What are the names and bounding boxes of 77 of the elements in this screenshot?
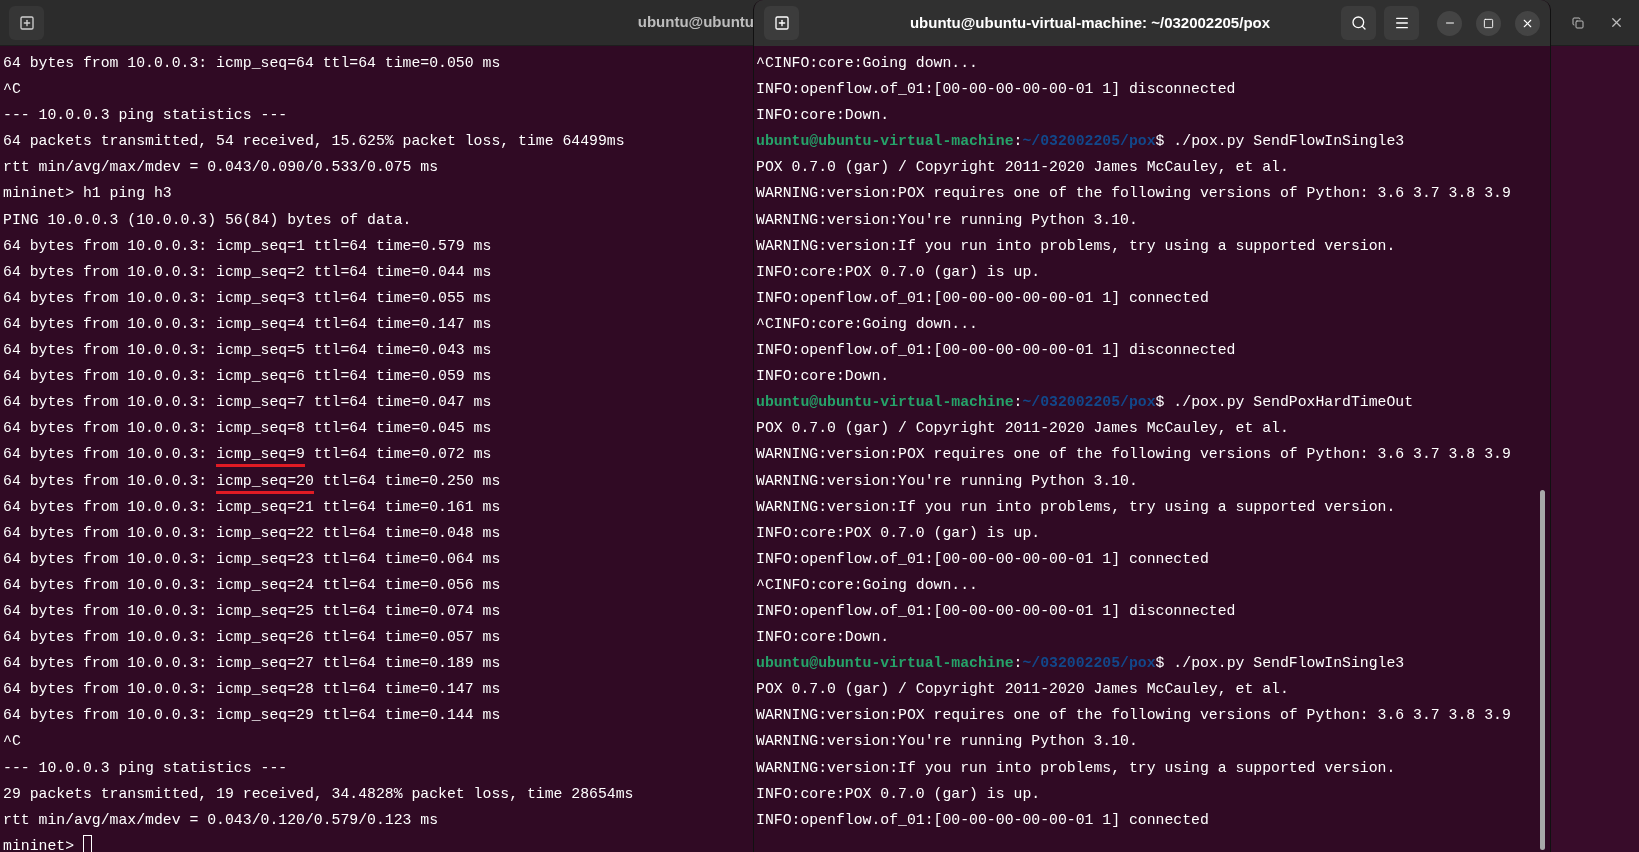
terminal-line: WARNING:version:POX requires one of the following versions of Python: 3.6 3.7 3.8 3.9 [756,445,1511,465]
terminal-line: PING 10.0.0.3 (10.0.0.3) 56(84) bytes of data. [3,210,412,230]
terminal-line: POX 0.7.0 (gar) / Copyright 2011-2020 James McCauley, et al. [756,419,1289,439]
terminal-line: INFO:openflow.of_01:[00-00-00-00-00-01 1] connected [756,810,1209,830]
terminal-line: 64 bytes from 10.0.0.3: icmp_seq=26 ttl=64 time=0.057 ms [3,628,501,648]
terminal-line: mininet> [3,836,75,852]
terminal-line: 64 bytes from 10.0.0.3: icmp_seq=25 ttl=64 time=0.074 ms [3,601,501,621]
terminal-line: 64 bytes from 10.0.0.3: icmp_seq=64 ttl=64 time=0.050 ms [3,54,501,73]
prompt-line: ubuntu@ubuntu-virtual-machine:~/032002205/pox$ ./pox.py SendFlowInSingle3 [756,132,1405,152]
maximize-icon [1483,17,1494,29]
minimize-button[interactable] [1437,10,1462,36]
terminal-line: 64 bytes from 10.0.0.3: icmp_seq=7 ttl=64 time=0.047 ms [3,393,492,413]
maximize-button[interactable] [1476,10,1501,36]
terminal-line: rtt min/avg/max/mdev = 0.043/0.090/0.533/0.075 ms [3,158,439,178]
terminal-line: ^CINFO:core:Going down... [756,54,978,73]
terminal-line: 64 packets transmitted, 54 received, 15.625% packet loss, time 64499ms [3,132,625,152]
terminal-line: 64 bytes from 10.0.0.3: icmp_seq=9 ttl=64 time=0.072 ms [3,441,492,468]
window-title: ubuntu@ubuntu-virtual-machine: ~/032002205/pox [909,12,1271,33]
terminal-line: 64 bytes from 10.0.0.3: icmp_seq=24 ttl=64 time=0.056 ms [3,575,501,595]
terminal-line: 64 bytes from 10.0.0.3: icmp_seq=3 ttl=64 time=0.055 ms [3,288,492,308]
terminal-line: INFO:openflow.of_01:[00-00-00-00-00-01 1] disconnected [756,341,1236,361]
terminal-line: 64 bytes from 10.0.0.3: icmp_seq=20 ttl=64 time=0.250 ms [3,467,501,494]
terminal-line: mininet> h1 ping h3 [3,184,172,204]
terminal-line: WARNING:version:If you run into problems, try using a supported version. [756,497,1396,517]
search-button[interactable] [1341,6,1376,40]
terminal-line: ^CINFO:core:Going down... [756,575,978,595]
terminal-line: 64 bytes from 10.0.0.3: icmp_seq=23 ttl=64 time=0.064 ms [3,549,501,569]
menu-icon [1393,15,1410,31]
terminal-line: WARNING:version:You're running Python 3.10. [756,732,1138,752]
terminal-line: ^C [3,80,21,100]
new-tab-button[interactable] [764,6,799,40]
new-tab-icon [18,14,35,31]
terminal-line: INFO:openflow.of_01:[00-00-00-00-00-01 1] disconnected [756,601,1236,621]
new-tab-icon [773,15,790,31]
terminal-line: POX 0.7.0 (gar) / Copyright 2011-2020 James McCauley, et al. [756,158,1289,178]
prompt-line: ubuntu@ubuntu-virtual-machine:~/032002205/pox$ ./pox.py SendFlowInSingle3 [756,654,1405,674]
terminal-line: 64 bytes from 10.0.0.3: icmp_seq=4 ttl=64 time=0.147 ms [3,314,492,334]
restore-icon [1572,16,1584,29]
terminal-line: 64 bytes from 10.0.0.3: icmp_seq=8 ttl=64 time=0.045 ms [3,419,492,439]
search-icon [1350,15,1367,31]
terminal-line: 64 bytes from 10.0.0.3: icmp_seq=27 ttl=64 time=0.189 ms [3,654,501,674]
new-tab-button[interactable] [9,5,44,40]
terminal-line: WARNING:version:If you run into problems, try using a supported version. [756,758,1396,778]
terminal-line: INFO:core:Down. [756,628,890,648]
terminal-line: INFO:core:Down. [756,106,890,126]
terminal-line: INFO:openflow.of_01:[00-00-00-00-00-01 1] disconnected [756,80,1236,100]
prompt-line: ubuntu@ubuntu-virtual-machine:~/032002205/pox$ ./pox.py SendPoxHardTimeOut [756,393,1414,413]
terminal-line: INFO:core:POX 0.7.0 (gar) is up. [756,262,1041,282]
terminal-line: 64 bytes from 10.0.0.3: icmp_seq=29 ttl=64 time=0.144 ms [3,706,501,726]
terminal-line: 29 packets transmitted, 19 received, 34.4828% packet loss, time 28654ms [3,784,634,804]
terminal-line: 64 bytes from 10.0.0.3: icmp_seq=21 ttl=64 time=0.161 ms [3,497,501,517]
terminal-line: POX 0.7.0 (gar) / Copyright 2011-2020 James McCauley, et al. [756,680,1289,700]
terminal-line: --- 10.0.0.3 ping statistics --- [3,106,288,126]
terminal-line: --- 10.0.0.3 ping statistics --- [3,758,288,778]
terminal-line: WARNING:version:If you run into problems, try using a supported version. [756,236,1396,256]
terminal-line: INFO:openflow.of_01:[00-00-00-00-00-01 1] connected [756,549,1209,569]
terminal-line: rtt min/avg/max/mdev = 0.043/0.120/0.579/0.123 ms [3,810,439,830]
terminal-line: 64 bytes from 10.0.0.3: icmp_seq=28 ttl=64 time=0.147 ms [3,680,501,700]
terminal-line: INFO:openflow.of_01:[00-00-00-00-00-01 1] connected [756,288,1209,308]
terminal-line: 64 bytes from 10.0.0.3: icmp_seq=6 ttl=64 time=0.059 ms [3,367,492,387]
terminal-line: WARNING:version:You're running Python 3.10. [756,210,1138,230]
terminal-line: 64 bytes from 10.0.0.3: icmp_seq=22 ttl=64 time=0.048 ms [3,523,501,543]
close-button[interactable] [1515,10,1540,36]
menu-button[interactable] [1384,6,1419,40]
window-title: ubuntu@ubuntu [637,12,754,33]
terminal-line: INFO:core:POX 0.7.0 (gar) is up. [756,523,1041,543]
terminal-line: WARNING:version:POX requires one of the following versions of Python: 3.6 3.7 3.8 3.9 [756,706,1511,726]
terminal-line: INFO:core:Down. [756,367,890,387]
terminal-line: 64 bytes from 10.0.0.3: icmp_seq=2 ttl=64 time=0.044 ms [3,262,492,282]
scrollbar-thumb[interactable] [1540,490,1545,850]
terminal-line: ^C [3,732,21,752]
terminal-line: WARNING:version:You're running Python 3.10. [756,471,1138,491]
terminal-line: 64 bytes from 10.0.0.3: icmp_seq=1 ttl=64 time=0.579 ms [3,236,492,256]
terminal-line: INFO:core:POX 0.7.0 (gar) is up. [756,784,1041,804]
terminal-line: ^CINFO:core:Going down... [756,314,978,334]
terminal-line: WARNING:version:POX requires one of the following versions of Python: 3.6 3.7 3.8 3.9 [756,184,1511,204]
terminal-line: 64 bytes from 10.0.0.3: icmp_seq=5 ttl=64 time=0.043 ms [3,341,492,361]
